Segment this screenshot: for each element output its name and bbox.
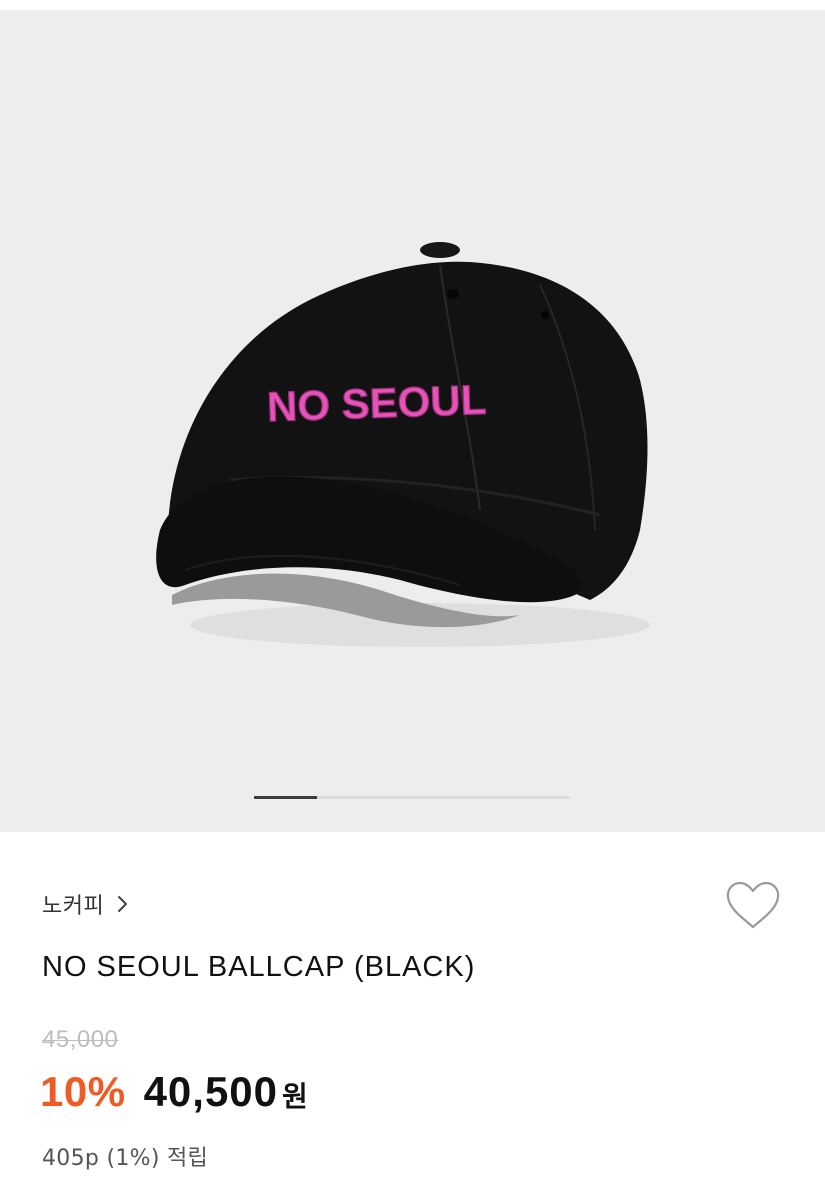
- gallery-top-strip: [0, 0, 825, 10]
- chevron-right-icon: [118, 896, 128, 912]
- cap-eyelet-2: [541, 311, 549, 319]
- original-price: 45,000: [42, 1026, 119, 1053]
- brand-name: 노커피: [42, 894, 105, 919]
- product-info: 노커피 NO SEOUL BALLCAP (BLACK) 45,000 10% …: [0, 832, 825, 1199]
- product-image[interactable]: NO SEOUL: [0, 10, 825, 832]
- product-title: NO SEOUL BALLCAP (BLACK): [42, 951, 476, 983]
- product-page: NO SEOUL 노커피 NO SEOUL BALLCAP (BLACK) 45…: [0, 0, 825, 1199]
- gallery-progress-track: [254, 796, 570, 799]
- brand-link[interactable]: 노커피: [42, 888, 130, 920]
- points-info: 405p (1%) 적립: [42, 1146, 209, 1171]
- gallery-progress-fill: [254, 796, 318, 799]
- heart-outline-icon[interactable]: [722, 878, 784, 934]
- cap-embroidery-text: NO SEOUL: [266, 376, 487, 431]
- product-image-gallery[interactable]: NO SEOUL: [0, 0, 825, 832]
- sale-price: 40,500: [143, 1068, 279, 1115]
- price-row: 10% 40,500 원: [40, 1068, 308, 1116]
- currency-unit: 원: [282, 1080, 308, 1113]
- cap-top-button: [420, 242, 460, 258]
- cap-eyelet-1: [447, 289, 459, 299]
- discount-rate: 10%: [40, 1068, 126, 1115]
